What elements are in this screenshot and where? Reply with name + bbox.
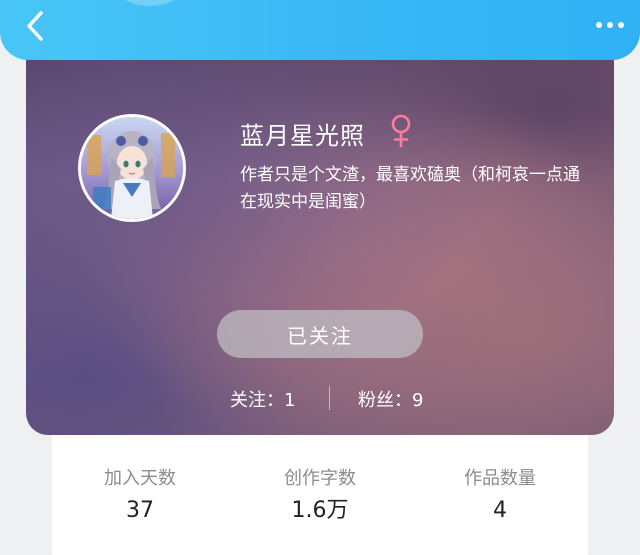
following-count[interactable]: 关注：1	[230, 386, 295, 412]
back-button[interactable]	[18, 8, 52, 44]
stat-label: 作品数量	[464, 468, 536, 489]
profile-card: 蓝月星光照 作者只是个文渣，最喜欢磕奥（和柯哀一点通在现实中是闺蜜） 已关注 关…	[26, 40, 614, 435]
stat-label: 创作字数	[284, 468, 356, 489]
stat-value: 4	[493, 498, 507, 523]
following-toggle-button[interactable]: 已关注	[217, 310, 423, 358]
header-decoration	[120, 0, 180, 6]
stat-value: 37	[126, 498, 154, 523]
avatar-illustration	[81, 117, 183, 219]
more-dots-icon	[607, 22, 613, 28]
stat-value: 1.6万	[291, 498, 349, 523]
female-symbol-icon	[391, 114, 411, 148]
more-dots-icon	[618, 22, 624, 28]
author-name: 蓝月星光照	[240, 122, 365, 150]
top-bar	[0, 0, 640, 60]
chevron-left-icon	[27, 11, 43, 41]
follow-stats-row: 关注：1 粉丝：9	[26, 384, 614, 412]
stat-label: 加入天数	[104, 468, 176, 489]
stat-join-days: 加入天数 37	[60, 466, 220, 528]
divider	[329, 386, 330, 410]
card-background-blur	[26, 40, 614, 435]
avatar[interactable]	[78, 114, 186, 222]
more-dots-icon	[596, 22, 602, 28]
more-options-button[interactable]	[590, 10, 630, 40]
fans-count[interactable]: 粉丝：9	[358, 386, 423, 412]
stat-works-count: 作品数量 4	[420, 466, 580, 528]
author-profile-page: 蓝月星光照 作者只是个文渣，最喜欢磕奥（和柯哀一点通在现实中是闺蜜） 已关注 关…	[0, 0, 640, 555]
stat-word-count: 创作字数 1.6万	[240, 466, 400, 528]
author-bio: 作者只是个文渣，最喜欢磕奥（和柯哀一点通在现实中是闺蜜）	[240, 165, 580, 212]
